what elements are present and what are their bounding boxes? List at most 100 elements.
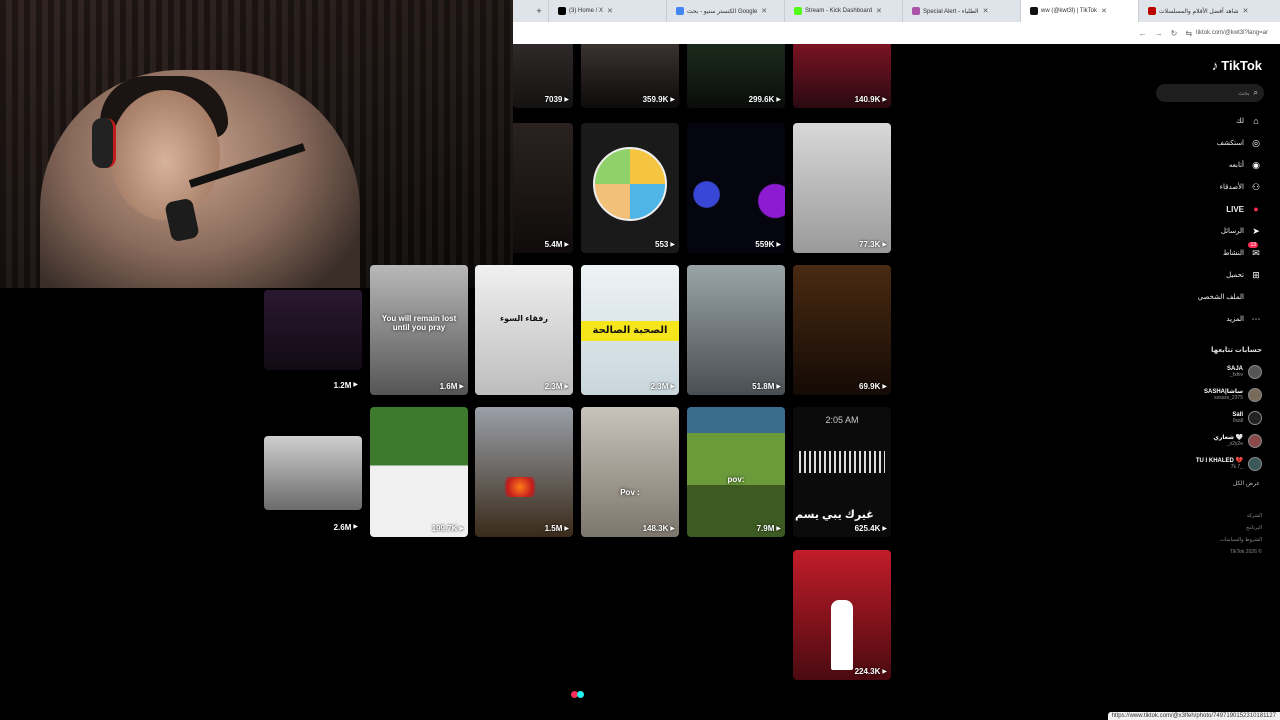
close-tab-icon[interactable]: ✕ <box>761 7 767 15</box>
status-bar-url: https://www.tiktok.com/@x3lfeh/photo/749… <box>1107 712 1280 720</box>
search-icon[interactable]: ⌕ <box>1254 88 1258 98</box>
account-item[interactable]: SAJA _fshiv <box>1154 360 1262 383</box>
account-item[interactable]: شعاري 🤍 _v2x2e <box>1154 429 1262 452</box>
tab-3[interactable]: Stream - Kick Dashboard ✕ <box>784 0 902 22</box>
address-bar[interactable]: ← → ↻ ⇆ tiktok.com/@kwt3l?lang=ar <box>513 22 1280 44</box>
view-count: 1.6M ▶ <box>439 382 464 391</box>
tab-0[interactable]: شاهد أفضل الأفلام والمسلسلات ✕ <box>1138 0 1256 22</box>
footer-link[interactable]: الشركة <box>1220 510 1262 522</box>
video-caption: رفقاء السوء <box>500 314 548 324</box>
video-thumbnail[interactable] <box>264 436 362 510</box>
account-handle: _v2x2e <box>1226 441 1243 447</box>
video-meta: 1.2M ▶ <box>264 374 362 394</box>
view-count: 51.8M ▶ <box>752 382 781 391</box>
new-tab-button[interactable]: + <box>530 6 548 16</box>
account-item[interactable]: TU I KHALED 💔 7k.7_ <box>1154 452 1262 475</box>
video-thumbnail[interactable] <box>264 290 362 370</box>
view-count: 2.6M ▶ <box>333 523 358 532</box>
footer-link[interactable]: الشروط والسياسات <box>1220 534 1262 546</box>
play-icon: ▶ <box>670 97 675 103</box>
view-count: 140.9K ▶ <box>854 95 887 104</box>
video-thumbnail[interactable]: 559K ▶ <box>687 123 785 253</box>
nav-friends[interactable]: الأصدقاء ⚇ <box>1154 176 1262 198</box>
url-text[interactable]: tiktok.com/@kwt3l?lang=ar <box>1196 30 1268 36</box>
nav-upload[interactable]: تحميل ⊞ <box>1154 264 1262 286</box>
tab-title: الكنستر ستيو - بحث Google <box>687 8 758 15</box>
video-thumbnail[interactable]: 77.3K ▶ <box>793 123 891 253</box>
play-icon: ▶ <box>564 97 569 103</box>
video-caption: pov: <box>727 474 745 484</box>
screen: شاهد أفضل الأفلام والمسلسلات ✕ ww (@kwt3l… <box>0 0 1280 720</box>
view-count: 77.3K ▶ <box>859 240 887 249</box>
video-thumbnail[interactable]: 2:05 AM غيرك يبي يسم 625.4K ▶ <box>793 407 891 537</box>
video-thumbnail[interactable]: 1.5M ▶ <box>475 407 573 537</box>
audio-wave-icon <box>799 451 885 473</box>
nav-label: أتابعه <box>1228 162 1244 169</box>
nav-messages[interactable]: الرسائل ➤ <box>1154 220 1262 242</box>
footer-links: الشركة البرنامج الشروط والسياسات TikTok … <box>1220 510 1262 558</box>
tab-title: Stream - Kick Dashboard <box>805 8 873 14</box>
video-thumbnail[interactable]: الصحبة الصالحة 2.3M ▶ <box>581 265 679 395</box>
video-caption: Pov : <box>620 487 640 497</box>
video-thumbnail[interactable]: 140.9K ▶ <box>793 44 891 108</box>
nav-live[interactable]: LIVE ● <box>1154 198 1262 220</box>
video-thumbnail[interactable]: 5.4M ▶ <box>513 123 573 253</box>
tab-5[interactable]: (3) Home / X ✕ <box>548 0 666 22</box>
nav-explore[interactable]: استكشف ◎ <box>1154 132 1262 154</box>
play-icon: ▶ <box>882 242 887 248</box>
nav-activity[interactable]: النشاط ✉ 13 <box>1154 242 1262 264</box>
nav-profile[interactable]: الملف الشخصي <box>1154 286 1262 308</box>
following-accounts-title: حسابات تتابعها <box>1211 347 1262 354</box>
fire-image <box>505 477 535 497</box>
tab-4[interactable]: الكنستر ستيو - بحث Google ✕ <box>666 0 784 22</box>
account-item[interactable]: SASHA|ساشا ssssss_2375 <box>1154 383 1262 406</box>
close-tab-icon[interactable]: ✕ <box>607 7 613 15</box>
nav-following[interactable]: أتابعه ◉ <box>1154 154 1262 176</box>
account-name: Sall <box>1232 411 1243 418</box>
tiktok-logo[interactable]: ♪ TikTok <box>1212 58 1262 73</box>
reload-icon[interactable]: ↻ <box>1171 29 1178 38</box>
forward-icon[interactable]: → <box>1155 29 1163 38</box>
tab-2[interactable]: Special Alert - الطلباء ✕ <box>902 0 1020 22</box>
play-icon: ▶ <box>459 526 464 532</box>
close-tab-icon[interactable]: ✕ <box>876 7 882 15</box>
close-tab-icon[interactable]: ✕ <box>1243 7 1249 15</box>
video-thumbnail[interactable]: 224.3K ▶ <box>793 550 891 680</box>
caption-band: الصحبة الصالحة <box>581 321 679 341</box>
nav-for-you[interactable]: لك ⌂ <box>1154 110 1262 132</box>
view-count: 1.2M ▶ <box>333 381 358 390</box>
tab-1[interactable]: ww (@kwt3l) | TikTok ✕ <box>1020 0 1138 22</box>
video-thumbnail[interactable]: 7039 ▶ <box>513 44 573 108</box>
avatar <box>1248 364 1262 379</box>
live-icon: ● <box>1253 204 1259 214</box>
video-thumbnail[interactable]: 359.9K ▶ <box>581 44 679 108</box>
footer-link[interactable]: البرنامج <box>1220 522 1262 534</box>
back-icon[interactable]: ← <box>1139 29 1147 38</box>
video-thumbnail[interactable]: 299.6K ▶ <box>687 44 785 108</box>
home-icon: ⌂ <box>1253 116 1259 126</box>
account-handle: ssssss_2375 <box>1214 395 1243 401</box>
avatar <box>1248 456 1262 471</box>
view-count: 7.9M ▶ <box>756 524 781 533</box>
search-input[interactable]: بحث ⌕ <box>1156 84 1264 102</box>
view-count: 1.5M ▶ <box>544 524 569 533</box>
video-thumbnail[interactable]: 553 ▶ <box>581 123 679 253</box>
close-tab-icon[interactable]: ✕ <box>1101 7 1107 15</box>
play-icon: ▶ <box>882 526 887 532</box>
video-thumbnail[interactable]: 199.7K ▶ <box>370 407 468 537</box>
play-icon: ▶ <box>353 382 358 388</box>
video-thumbnail[interactable]: 51.8M ▶ <box>687 265 785 395</box>
see-all-link[interactable]: عرض الكل <box>1233 480 1260 487</box>
video-thumbnail[interactable]: You will remain lost until you pray 1.6M… <box>370 265 468 395</box>
clock-text: 2:05 AM <box>825 415 859 425</box>
account-item[interactable]: Sall 0sall <box>1154 406 1262 429</box>
nav-more[interactable]: المزيد ⋯ <box>1154 308 1262 330</box>
video-thumbnail[interactable]: رفقاء السوء 2.3M ▶ <box>475 265 573 395</box>
nav-label: النشاط <box>1222 250 1244 257</box>
video-thumbnail[interactable]: Pov : 148.3K ▶ <box>581 407 679 537</box>
video-thumbnail[interactable]: 69.9K ▶ <box>793 265 891 395</box>
close-tab-icon[interactable]: ✕ <box>983 7 989 15</box>
tune-icon[interactable]: ⇆ <box>1185 29 1192 38</box>
search-placeholder: بحث <box>1238 90 1250 97</box>
video-thumbnail[interactable]: pov: 7.9M ▶ <box>687 407 785 537</box>
